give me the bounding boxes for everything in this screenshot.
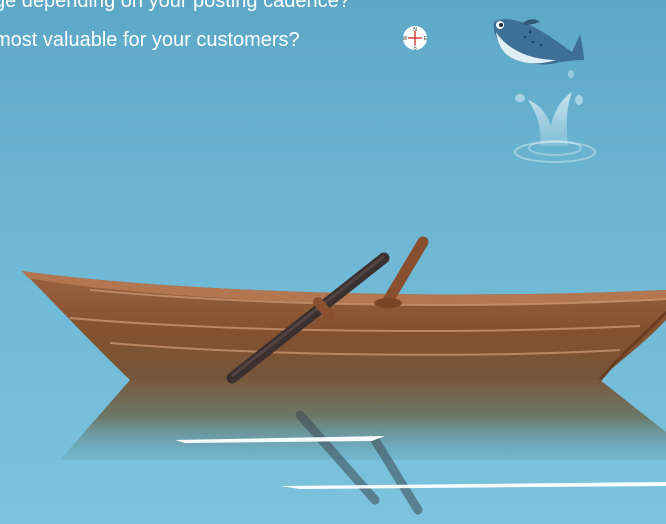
- fish-icon: [493, 19, 584, 65]
- compass-west-label: W: [403, 36, 408, 42]
- compass-north-label: N: [413, 27, 417, 33]
- prompt-line-2: most valuable for your customers?: [0, 29, 300, 51]
- water-splash-icon: [514, 70, 596, 163]
- compass-east-label: E: [424, 36, 428, 42]
- prompt-line-1: ge depending on your posting cadence?: [0, 0, 350, 12]
- ocean-scene: [22, 19, 666, 515]
- compass-icon: N S W E: [403, 26, 428, 51]
- boat-reflection: [60, 380, 666, 515]
